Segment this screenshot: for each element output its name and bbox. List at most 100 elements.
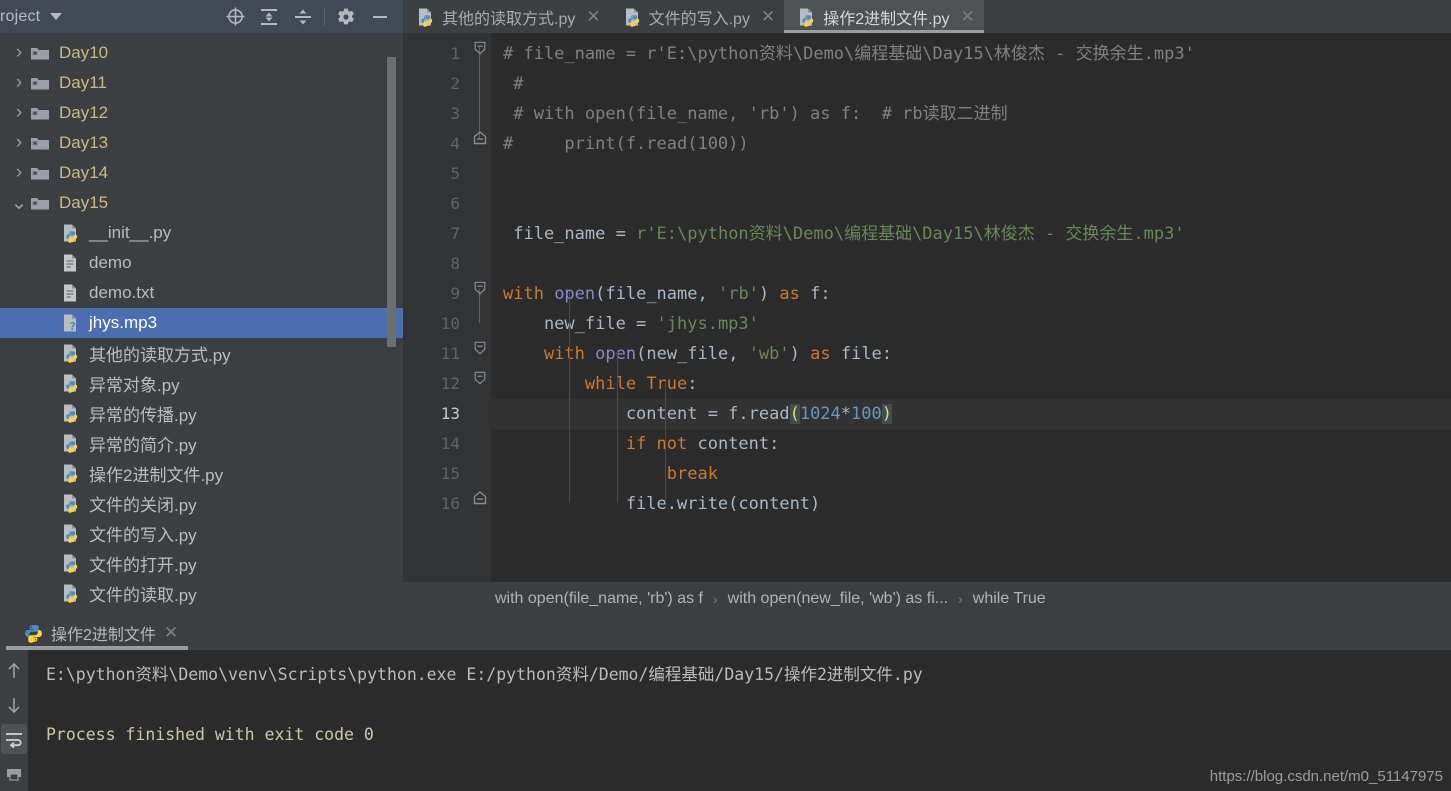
editor-tab[interactable]: 其他的读取方式.py ✕ [403,0,610,33]
code-line[interactable]: while True: [491,369,1451,399]
tree-folder-row[interactable]: › Day11 [0,68,403,98]
code-token: # file_name = r'E:\python资料\Demo\编程基础\Da… [503,44,1195,64]
tree-folder-row[interactable]: › Day10 [0,38,403,68]
chevron-right-icon[interactable]: › [8,102,30,124]
scroll-down-icon[interactable] [1,690,27,720]
code-line[interactable]: # with open(file_name, 'rb') as f: # rb读… [491,99,1451,129]
scroll-up-icon[interactable] [1,656,27,686]
tree-file-row[interactable]: 操作2进制文件.py [0,458,403,488]
python-icon [60,553,86,573]
editor-tab[interactable]: 操作2进制文件.py ✕ [784,0,984,33]
tree-file-row[interactable]: 异常对象.py [0,368,403,398]
locate-icon[interactable] [218,0,252,33]
tree-file-row[interactable]: 异常的简介.py [0,428,403,458]
fold-collapse-icon-line12[interactable] [473,371,487,385]
chevron-right-icon[interactable]: › [8,132,30,154]
close-icon[interactable]: ✕ [960,7,974,27]
tree-item-label: jhys.mp3 [89,313,158,332]
tree-item-label: 文件的打开.py [89,555,197,575]
tree-file-row[interactable]: 文件的打开.py [0,548,403,578]
chevron-right-icon[interactable]: › [8,162,30,184]
tree-folder-row[interactable]: › Day14 [0,158,403,188]
print-icon[interactable] [1,758,27,788]
watermark-text: https://blog.csdn.net/m0_51147975 [1209,768,1443,785]
project-tree-scrollbar[interactable] [387,57,396,347]
project-file-tree[interactable]: › Day10 › Day11 › Day12 › Day13 › Day14 ⌄ Day15 __in… [0,33,403,616]
code-text-area[interactable]: # file_name = r'E:\python资料\Demo\编程基础\Da… [491,33,1451,582]
code-line[interactable]: # [491,69,1451,99]
line-number: 3 [450,104,460,123]
collapse-all-icon[interactable] [286,0,320,33]
python-icon [60,223,86,243]
tree-file-row[interactable]: demo [0,248,403,278]
fold-collapse-icon[interactable] [473,41,487,55]
code-line[interactable]: new_file = 'jhys.mp3' [491,309,1451,339]
line-number: 14 [440,434,460,453]
fold-collapse-icon-line11[interactable] [473,341,487,355]
tree-folder-row[interactable]: ⌄ Day15 [0,188,403,218]
soft-wrap-icon[interactable] [1,724,27,754]
code-token: # [503,74,524,94]
tree-folder-row[interactable]: › Day13 [0,128,403,158]
code-token: ) [881,404,892,424]
code-token: = [615,224,637,244]
breadcrumb-item[interactable]: with open(file_name, 'rb') as f [495,590,703,608]
fold-end-icon[interactable] [473,131,487,145]
code-line[interactable]: if not content: [491,429,1451,459]
settings-gear-icon[interactable] [329,0,363,33]
code-line[interactable]: # file_name = r'E:\python资料\Demo\编程基础\Da… [491,39,1451,69]
breadcrumb-item[interactable]: with open(new_file, 'wb') as fi... [728,590,948,608]
code-line[interactable]: file.write(content) [491,489,1451,519]
close-icon[interactable]: ✕ [761,7,775,27]
tree-file-row[interactable]: 异常的传播.py [0,398,403,428]
console-output[interactable]: E:\python资料\Demo\venv\Scripts\python.exe… [28,650,1451,791]
code-line[interactable] [491,189,1451,219]
console-output-line: Process finished with exit code 0 [46,725,374,744]
tree-file-row[interactable]: 其他的读取方式.py [0,338,403,368]
code-token: 'wb' [748,344,790,364]
code-token: 'rb' [717,284,759,304]
tree-folder-row[interactable]: › Day12 [0,98,403,128]
expand-all-icon[interactable] [252,0,286,33]
code-line[interactable] [491,249,1451,279]
code-token: open [595,344,637,364]
close-icon[interactable]: ✕ [164,623,178,643]
editor-tab[interactable]: 文件的写入.py ✕ [610,0,785,33]
tree-file-row[interactable]: 文件的写入.py [0,518,403,548]
code-line[interactable] [491,159,1451,189]
fold-collapse-icon-line9[interactable] [473,281,487,295]
fold-end-icon-line16[interactable] [473,491,487,505]
code-line[interactable]: content = f.read(1024*100) [491,399,1451,429]
tree-file-row[interactable]: demo.txt [0,278,403,308]
folder-icon [30,195,56,211]
editor-gutter[interactable]: 1 2 3 4 5 6 7 8 9 10 11 12 13 14 15 16 [403,33,469,582]
tree-file-row[interactable]: 文件的关闭.py [0,488,403,518]
code-folding-column[interactable] [469,33,491,582]
line-number: 11 [440,344,460,363]
chevron-right-icon[interactable]: › [8,72,30,94]
run-tab-active[interactable]: 操作2进制文件 ✕ [0,616,189,650]
breadcrumb-item[interactable]: while True [973,590,1046,608]
chevron-right-icon[interactable]: › [8,42,30,64]
chevron-down-icon[interactable]: ⌄ [8,193,30,213]
tree-file-row[interactable]: ? jhys.mp3 [0,308,403,338]
tree-item-label: 文件的关闭.py [89,495,197,515]
breadcrumb-separator: › [712,591,718,607]
code-line[interactable]: file_name = r'E:\python资料\Demo\编程基础\Day1… [491,219,1451,249]
code-token: as [810,344,841,364]
code-line[interactable]: break [491,459,1451,489]
tree-file-row[interactable]: 文件的读取.py [0,578,403,608]
minimize-icon[interactable] [363,0,397,33]
tree-item-label: 异常的传播.py [89,405,197,425]
tree-file-row[interactable]: __init__.py [0,218,403,248]
code-line[interactable]: with open(new_file, 'wb') as file: [491,339,1451,369]
tree-item-label: Day12 [59,103,109,122]
code-line[interactable]: # print(f.read(100)) [491,129,1451,159]
chevron-down-icon[interactable] [50,13,63,20]
code-line[interactable]: with open(file_name, 'rb') as f: [491,279,1451,309]
close-icon[interactable]: ✕ [586,7,600,27]
